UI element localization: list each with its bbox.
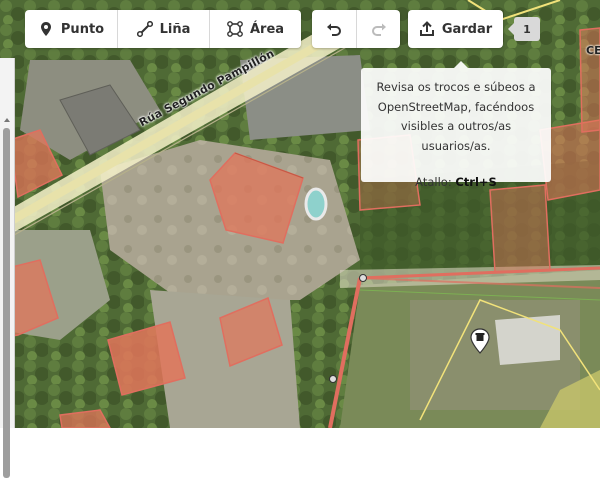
add-point-button[interactable]: Punto bbox=[25, 10, 117, 48]
upload-icon bbox=[419, 21, 435, 37]
map-canvas[interactable]: Rúa Segundo Pampillón CE bbox=[0, 0, 600, 428]
history-group bbox=[312, 10, 400, 48]
top-toolbar: Punto Liña Área Gardar 1 bbox=[0, 0, 600, 58]
add-area-label: Área bbox=[249, 21, 285, 37]
add-point-label: Punto bbox=[60, 21, 105, 37]
scrollbar-thumb[interactable] bbox=[3, 128, 10, 478]
redo-icon bbox=[371, 21, 387, 37]
save-count-badge: 1 bbox=[514, 17, 540, 41]
add-line-button[interactable]: Liña bbox=[117, 10, 209, 48]
add-mode-group: Punto Liña Área bbox=[25, 10, 301, 48]
aerial-imagery bbox=[0, 0, 600, 428]
save-label: Gardar bbox=[441, 21, 493, 37]
shortcut-label: Atallo: bbox=[415, 175, 452, 189]
add-area-button[interactable]: Área bbox=[209, 10, 301, 48]
undo-icon bbox=[326, 21, 342, 37]
line-icon bbox=[136, 21, 153, 37]
tooltip-text: Revisa os trocos e súbeos a OpenStreetMa… bbox=[376, 80, 536, 153]
save-group: Gardar bbox=[408, 10, 503, 48]
area-icon bbox=[227, 21, 243, 37]
undo-button[interactable] bbox=[312, 10, 356, 48]
shortcut-key: Ctrl+S bbox=[455, 175, 497, 189]
redo-button[interactable] bbox=[356, 10, 400, 48]
add-line-label: Liña bbox=[159, 21, 191, 37]
pin-icon bbox=[38, 21, 54, 37]
tooltip-arrow bbox=[454, 61, 468, 68]
tooltip-shortcut: Atallo: Ctrl+S bbox=[361, 173, 551, 193]
save-tooltip: Revisa os trocos e súbeos a OpenStreetMa… bbox=[361, 61, 551, 189]
scroll-up-icon[interactable] bbox=[4, 118, 10, 122]
sidebar-scrollbar[interactable] bbox=[0, 58, 15, 478]
save-button[interactable]: Gardar bbox=[408, 10, 503, 48]
